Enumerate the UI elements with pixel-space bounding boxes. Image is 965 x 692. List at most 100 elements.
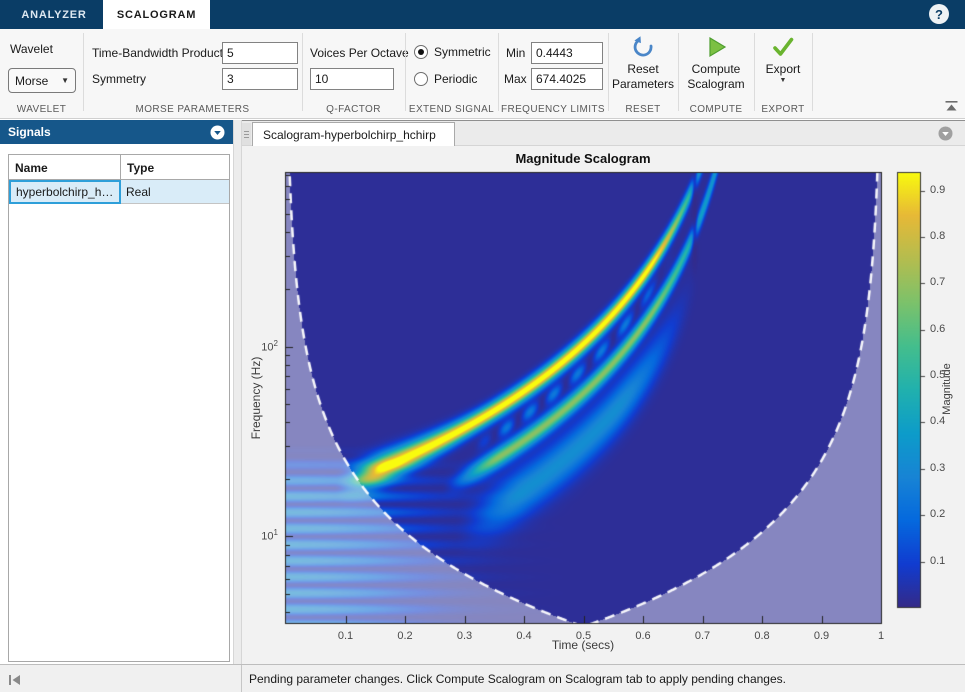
colorbar-tick-label: 0.4 (930, 415, 960, 427)
colorbar-tick-label: 0.7 (930, 276, 960, 288)
radio-symmetric-label: Symmetric (434, 45, 491, 59)
chevron-down-icon: ▼ (61, 76, 69, 85)
colorbar-tick-label: 0.8 (930, 230, 960, 242)
toolbar-separator (754, 33, 755, 111)
colorbar-tick-label: 0.1 (930, 555, 960, 567)
status-message: Pending parameter changes. Click Compute… (249, 672, 786, 686)
radio-button-icon (414, 72, 428, 86)
radio-periodic-label: Periodic (434, 72, 477, 86)
freq-max-label: Max (504, 72, 527, 86)
x-tick-label: 0.1 (326, 630, 366, 642)
freq-max-input[interactable] (531, 68, 603, 90)
reset-icon (631, 35, 655, 62)
freq-min-input[interactable] (531, 42, 603, 64)
x-tick-label: 0.4 (504, 630, 544, 642)
section-label-q-factor: Q-FACTOR (302, 104, 405, 118)
y-tick-label: 101 (244, 528, 278, 543)
export-button[interactable]: Export ▼ (756, 35, 810, 85)
toolbar-separator (498, 33, 499, 111)
signals-table: Name Type hyperbolchirp_h… Real (8, 154, 230, 662)
document-tab-strip: Scalogram-hyperbolchirp_hchirp (242, 120, 965, 146)
toolbar-separator (83, 33, 84, 111)
x-tick-label: 0.7 (683, 630, 723, 642)
radio-button-icon (414, 45, 428, 59)
wavelet-scalogram-app: ANALYZER SCALOGRAM ? Wavelet Morse ▼ WAV… (0, 0, 965, 692)
table-row[interactable]: hyperbolchirp_h… Real (9, 180, 229, 204)
check-icon (771, 35, 795, 62)
play-icon (704, 35, 728, 62)
tab-strip-grip-handle[interactable] (242, 123, 251, 145)
colorbar-tick-label: 0.6 (930, 323, 960, 335)
symmetry-input[interactable] (222, 68, 298, 90)
wavelet-dropdown[interactable]: Morse ▼ (8, 68, 76, 93)
x-tick-label: 0.6 (623, 630, 663, 642)
x-tick-label: 0.9 (802, 630, 842, 642)
y-tick-label: 102 (244, 339, 278, 354)
compute-button-label-line2: Scalogram (687, 77, 744, 92)
colorbar-tick-label: 0.2 (930, 508, 960, 520)
y-axis-label: Frequency (Hz) (249, 338, 263, 458)
colorbar-tick-label: 0.5 (930, 369, 960, 381)
collapse-panel-icon[interactable] (8, 673, 22, 685)
scalogram-figure: Magnitude Scalogram Frequency (Hz) Time … (242, 146, 965, 664)
section-label-frequency-limits: FREQUENCY LIMITS (498, 104, 608, 118)
radio-periodic[interactable]: Periodic (414, 72, 477, 86)
signal-type-cell[interactable]: Real (121, 180, 231, 204)
reset-button-label-line2: Parameters (612, 77, 674, 92)
help-icon[interactable]: ? (929, 4, 949, 24)
x-tick-label: 0.5 (564, 630, 604, 642)
ribbon-tab-bar: ANALYZER SCALOGRAM ? (0, 0, 965, 29)
wavelet-label: Wavelet (10, 42, 53, 56)
freq-min-label: Min (506, 46, 525, 60)
colorbar-tick-label: 0.3 (930, 462, 960, 474)
section-label-compute: COMPUTE (678, 104, 754, 118)
signals-panel-header: Signals (0, 120, 233, 144)
collapse-ribbon-icon[interactable] (945, 99, 959, 111)
compute-button-label-line1: Compute (692, 62, 741, 77)
panel-splitter[interactable] (233, 120, 242, 664)
column-header-name[interactable]: Name (9, 155, 120, 180)
reset-parameters-button[interactable]: Reset Parameters (610, 35, 676, 92)
toolbar-separator (678, 33, 679, 111)
status-bar-divider (241, 665, 242, 692)
compute-scalogram-button[interactable]: Compute Scalogram (680, 35, 752, 92)
section-label-morse-parameters: MORSE PARAMETERS (83, 104, 302, 118)
wavelet-dropdown-value: Morse (15, 74, 48, 88)
toolbar-separator (405, 33, 406, 111)
scalogram-heatmap-canvas (242, 146, 965, 664)
panel-collapse-chevron-icon[interactable] (210, 125, 225, 140)
reset-button-label-line1: Reset (627, 62, 658, 77)
time-bandwidth-label: Time-Bandwidth Product (92, 46, 223, 60)
x-tick-label: 1 (861, 630, 901, 642)
section-label-wavelet: WAVELET (0, 104, 83, 118)
document-tab-scalogram[interactable]: Scalogram-hyperbolchirp_hchirp (252, 122, 455, 147)
x-tick-label: 0.3 (445, 630, 485, 642)
voices-per-octave-input[interactable] (310, 68, 394, 90)
signal-name-cell[interactable]: hyperbolchirp_h… (9, 180, 121, 204)
section-label-extend-signal: EXTEND SIGNAL (405, 104, 498, 118)
time-bandwidth-input[interactable] (222, 42, 298, 64)
column-header-type[interactable]: Type (121, 155, 231, 180)
toolbar-separator (302, 33, 303, 111)
chevron-down-icon: ▼ (780, 77, 787, 85)
symmetry-label: Symmetry (92, 72, 146, 86)
document-area: Scalogram-hyperbolchirp_hchirp Magnitude… (242, 120, 965, 664)
toolbar-separator (608, 33, 609, 111)
x-tick-label: 0.8 (742, 630, 782, 642)
tab-scalogram[interactable]: SCALOGRAM (103, 0, 210, 29)
status-bar: Pending parameter changes. Click Compute… (0, 664, 965, 692)
signals-panel: Signals Name Type hyperbolchirp_h… Real (0, 120, 233, 664)
x-tick-label: 0.2 (385, 630, 425, 642)
tab-analyzer[interactable]: ANALYZER (10, 0, 98, 29)
signals-table-header-row: Name Type (9, 155, 229, 180)
radio-symmetric[interactable]: Symmetric (414, 45, 491, 59)
voices-per-octave-label: Voices Per Octave (310, 46, 409, 60)
section-label-export: EXPORT (754, 104, 812, 118)
toolbar-separator (812, 33, 813, 111)
scalogram-toolbar: Wavelet Morse ▼ WAVELET Time-Bandwidth P… (0, 29, 965, 119)
colorbar-tick-label: 0.9 (930, 184, 960, 196)
signals-panel-title: Signals (8, 125, 51, 139)
export-button-label: Export (766, 62, 801, 77)
document-actions-chevron-icon[interactable] (938, 126, 953, 141)
section-label-reset: RESET (608, 104, 678, 118)
